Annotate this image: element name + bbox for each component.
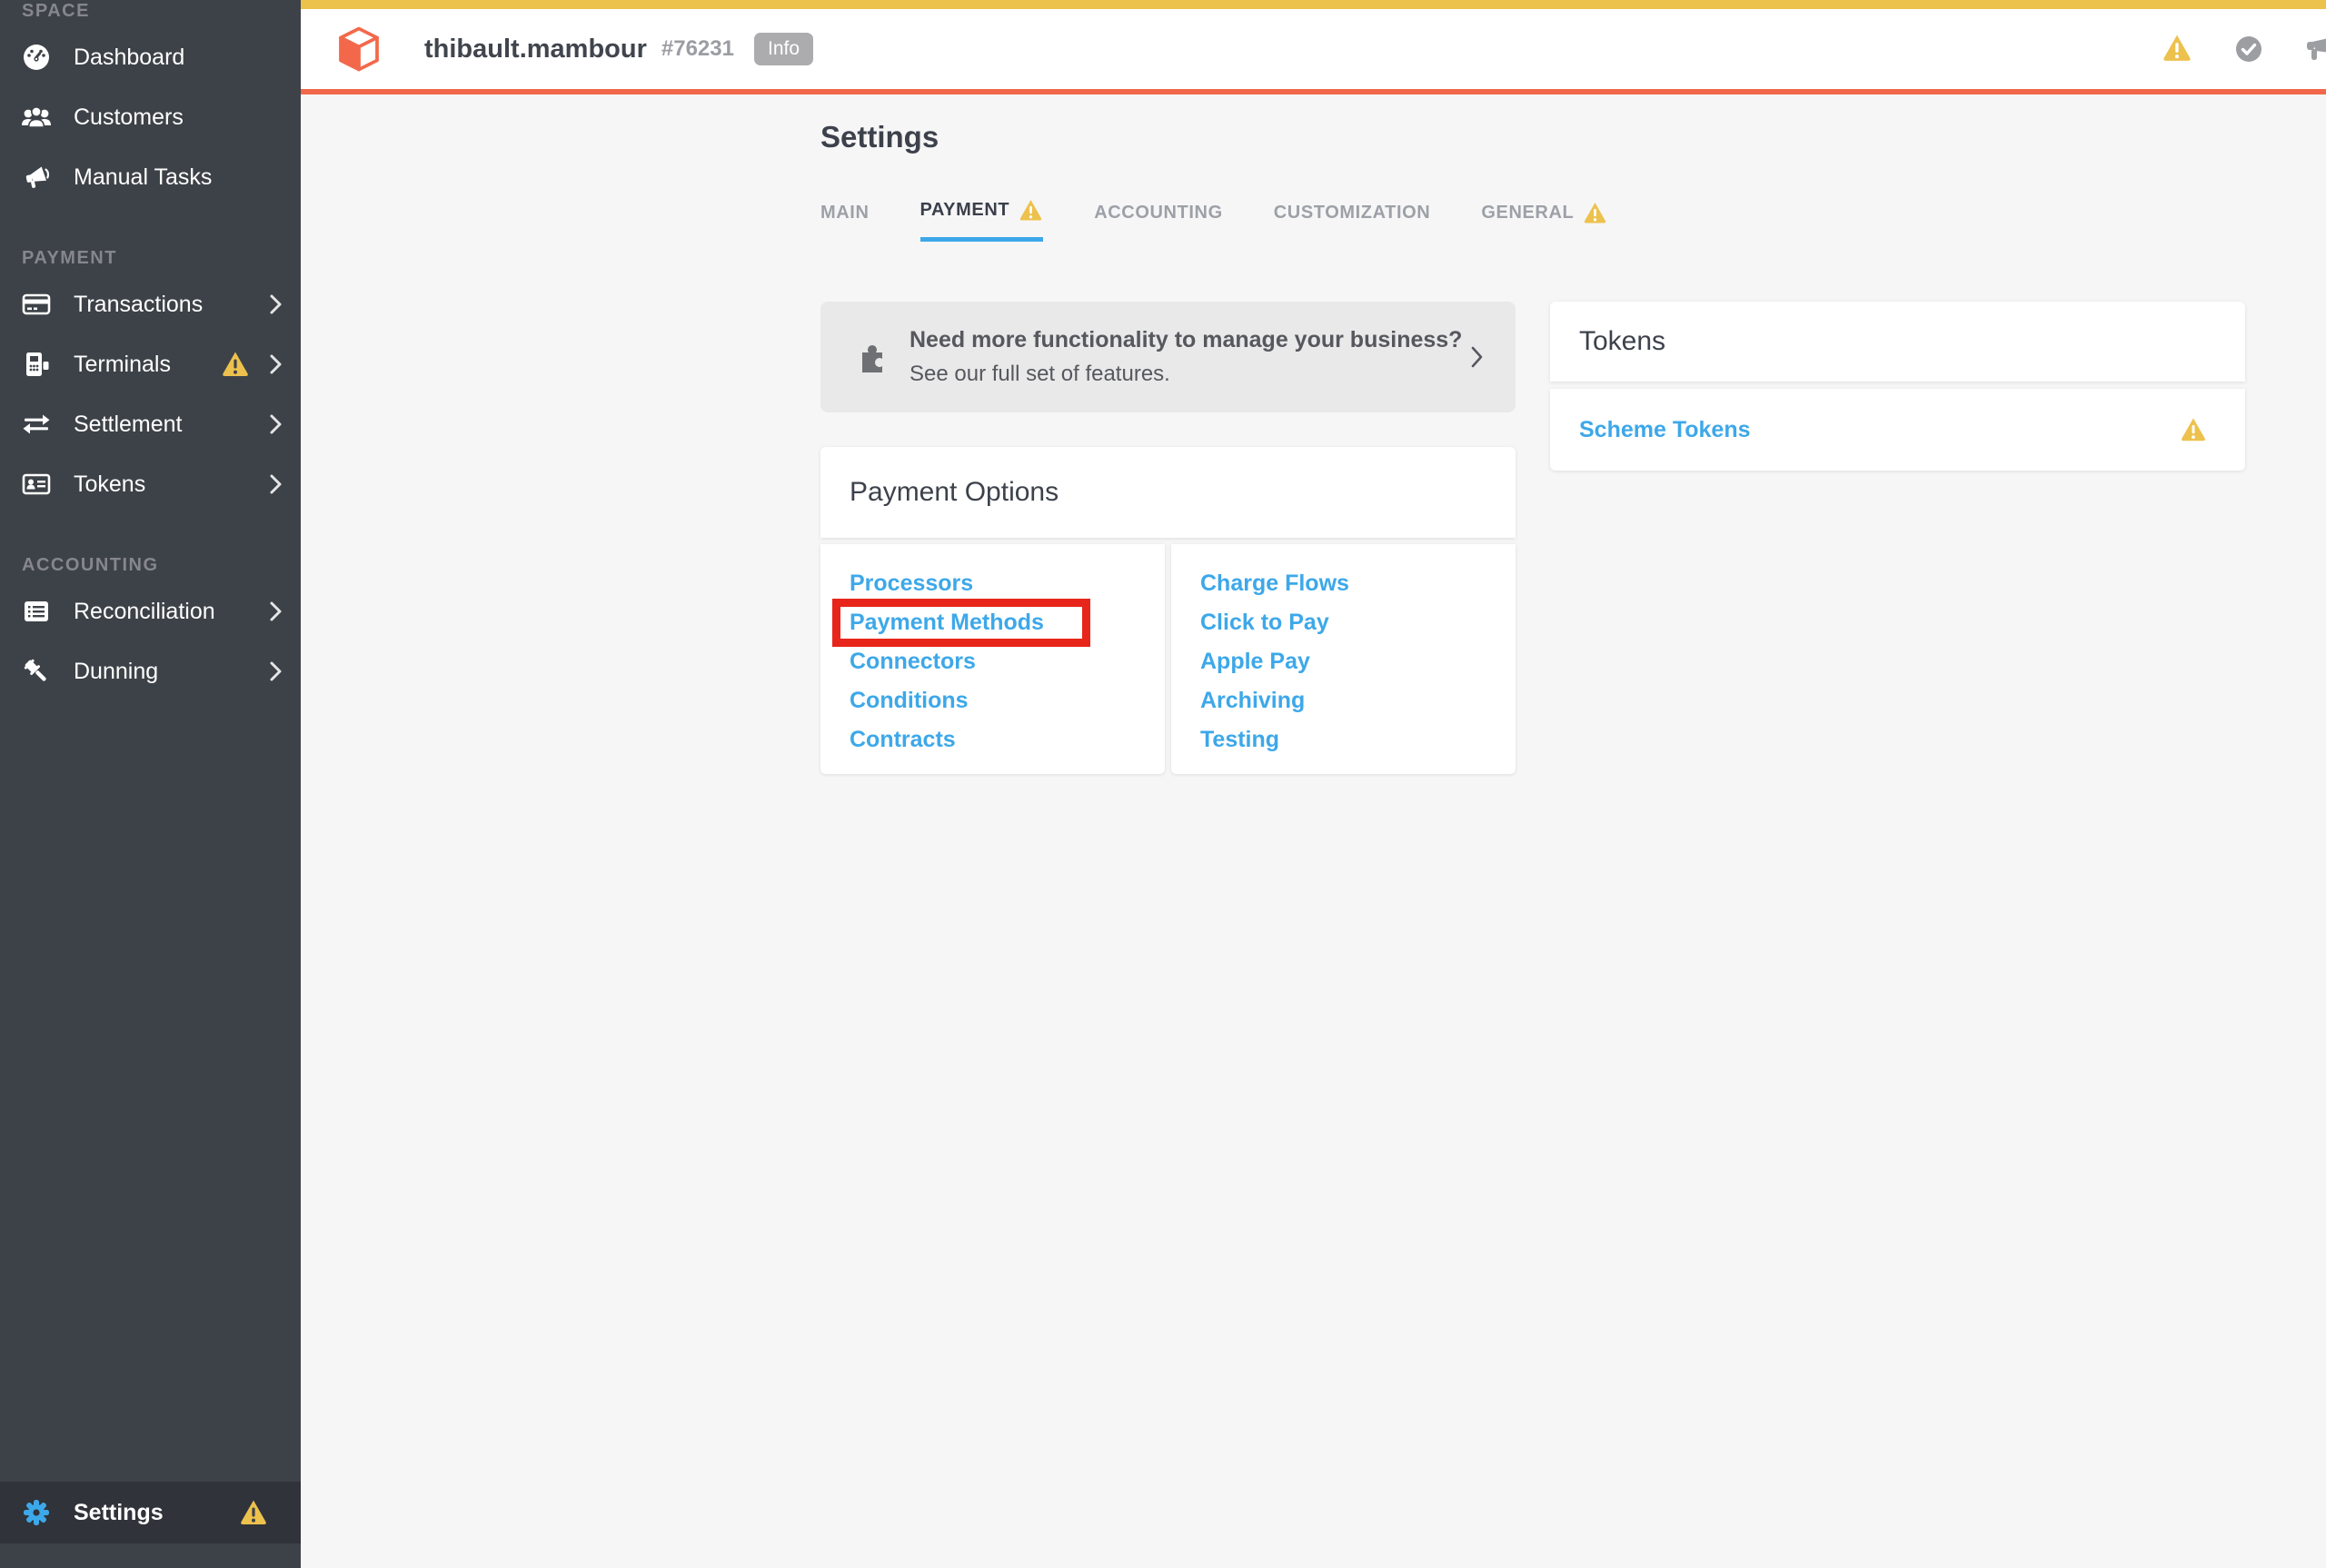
card-title: Tokens xyxy=(1579,326,1665,357)
sidebar-item-label: Reconciliation xyxy=(74,599,215,625)
sidebar-item-dashboard[interactable]: Dashboard xyxy=(0,27,301,87)
link-click-to-pay[interactable]: Click to Pay xyxy=(1200,610,1329,636)
tab-label: ACCOUNTING xyxy=(1094,203,1223,223)
megaphone-icon xyxy=(21,163,52,192)
workspace-id: #76231 xyxy=(661,36,734,62)
link-testing[interactable]: Testing xyxy=(1200,727,1279,753)
sidebar-item-transactions[interactable]: Transactions xyxy=(0,274,301,334)
info-badge[interactable]: Info xyxy=(754,33,813,65)
sidebar-item-reconciliation[interactable]: Reconciliation xyxy=(0,581,301,641)
tab-main[interactable]: MAIN xyxy=(820,198,870,242)
sidebar-item-tokens[interactable]: Tokens xyxy=(0,454,301,514)
link-contracts[interactable]: Contracts xyxy=(850,727,956,753)
puzzle-icon xyxy=(855,340,890,374)
sidebar-item-label: Terminals xyxy=(74,352,171,378)
warning-icon[interactable] xyxy=(2162,33,2192,64)
chevron-right-icon xyxy=(1470,344,1485,370)
list-icon xyxy=(21,597,52,626)
sidebar-section-label: PAYMENT xyxy=(0,247,301,269)
warning-icon xyxy=(239,1498,268,1527)
sidebar-section-label: ACCOUNTING xyxy=(0,554,301,576)
sidebar-item-dunning[interactable]: Dunning xyxy=(0,641,301,701)
tab-payment[interactable]: PAYMENT xyxy=(920,198,1044,242)
tab-label: PAYMENT xyxy=(920,200,1010,221)
warning-icon xyxy=(221,350,250,379)
gavel-icon xyxy=(21,657,52,686)
dashboard-gauge-icon xyxy=(21,43,52,72)
settings-tabs: MAIN PAYMENT ACCOUNTING CUSTOMIZATION GE… xyxy=(820,198,2245,242)
link-payment-methods[interactable]: Payment Methods xyxy=(850,610,1044,636)
tab-accounting[interactable]: ACCOUNTING xyxy=(1094,198,1223,242)
sidebar-item-label: Tokens xyxy=(74,471,145,498)
chevron-right-icon xyxy=(269,600,283,622)
banner-title: Need more functionality to manage your b… xyxy=(910,327,1462,353)
main-content: Settings MAIN PAYMENT ACCOUNTING CUSTOMI… xyxy=(301,100,2326,1568)
red-highlight-box: Payment Methods xyxy=(832,599,1090,647)
sidebar-item-label: Settings xyxy=(74,1500,164,1526)
sidebar-item-label: Manual Tasks xyxy=(74,164,212,191)
sidebar-item-label: Settlement xyxy=(74,412,183,438)
link-processors[interactable]: Processors xyxy=(850,571,973,597)
tab-label: MAIN xyxy=(820,203,870,223)
id-card-icon xyxy=(21,470,52,499)
sidebar-section-label: SPACE xyxy=(0,0,301,22)
tab-general[interactable]: GENERAL xyxy=(1481,198,1607,242)
payment-options-right-column: Charge Flows Click to Pay Apple Pay Arch… xyxy=(1171,544,1516,774)
credit-card-icon xyxy=(21,290,52,319)
link-scheme-tokens[interactable]: Scheme Tokens xyxy=(1579,417,1751,443)
sidebar-item-label: Dashboard xyxy=(74,45,184,71)
sidebar-item-label: Dunning xyxy=(74,659,158,685)
link-connectors[interactable]: Connectors xyxy=(850,649,976,675)
chevron-right-icon xyxy=(269,353,283,375)
users-group-icon xyxy=(21,103,52,132)
warning-icon xyxy=(1019,198,1043,223)
payment-terminal-icon xyxy=(21,350,52,379)
page-title: Settings xyxy=(820,120,2245,154)
link-charge-flows[interactable]: Charge Flows xyxy=(1200,571,1349,597)
chevron-right-icon xyxy=(269,473,283,495)
sidebar-item-settlement[interactable]: Settlement xyxy=(0,394,301,454)
gear-icon xyxy=(21,1497,52,1528)
tab-label: GENERAL xyxy=(1481,203,1574,223)
bullhorn-icon[interactable] xyxy=(2305,38,2326,69)
sidebar-item-settings[interactable]: Settings xyxy=(0,1482,301,1543)
workspace-title: thibault.mambour xyxy=(424,35,647,65)
payment-options-card: Payment Options Processors Payment Metho… xyxy=(820,447,1516,774)
link-archiving[interactable]: Archiving xyxy=(1200,688,1305,714)
link-apple-pay[interactable]: Apple Pay xyxy=(1200,649,1310,675)
chevron-right-icon xyxy=(269,293,283,315)
warning-icon xyxy=(1583,201,1607,225)
payment-options-left-column: Processors Payment Methods Connectors Co… xyxy=(820,544,1165,774)
sidebar-item-label: Customers xyxy=(74,104,184,131)
sidebar: SPACE Dashboard Customers xyxy=(0,0,301,1568)
sidebar-item-customers[interactable]: Customers xyxy=(0,87,301,147)
warning-icon xyxy=(2180,416,2207,443)
sidebar-section-space: SPACE Dashboard Customers xyxy=(0,0,301,207)
sidebar-item-manual-tasks[interactable]: Manual Tasks xyxy=(0,147,301,207)
sidebar-item-label: Transactions xyxy=(74,292,203,318)
features-banner[interactable]: Need more functionality to manage your b… xyxy=(820,302,1516,412)
card-title: Payment Options xyxy=(850,477,1059,508)
link-conditions[interactable]: Conditions xyxy=(850,688,969,714)
cube-logo-icon xyxy=(337,26,381,72)
tokens-card: Tokens Scheme Tokens xyxy=(1550,302,2245,471)
exchange-arrows-icon xyxy=(21,410,52,439)
check-circle-icon[interactable] xyxy=(2234,35,2263,64)
top-accent-strip xyxy=(301,0,2326,9)
chevron-right-icon xyxy=(269,413,283,435)
tab-customization[interactable]: CUSTOMIZATION xyxy=(1274,198,1431,242)
topbar: thibault.mambour #76231 Info xyxy=(301,0,2326,94)
sidebar-section-accounting: ACCOUNTING Reconciliation xyxy=(0,554,301,701)
tab-label: CUSTOMIZATION xyxy=(1274,203,1431,223)
sidebar-section-payment: PAYMENT Transactions Termina xyxy=(0,247,301,514)
chevron-right-icon xyxy=(269,660,283,682)
banner-subtitle: See our full set of features. xyxy=(910,362,1462,387)
sidebar-item-terminals[interactable]: Terminals xyxy=(0,334,301,394)
